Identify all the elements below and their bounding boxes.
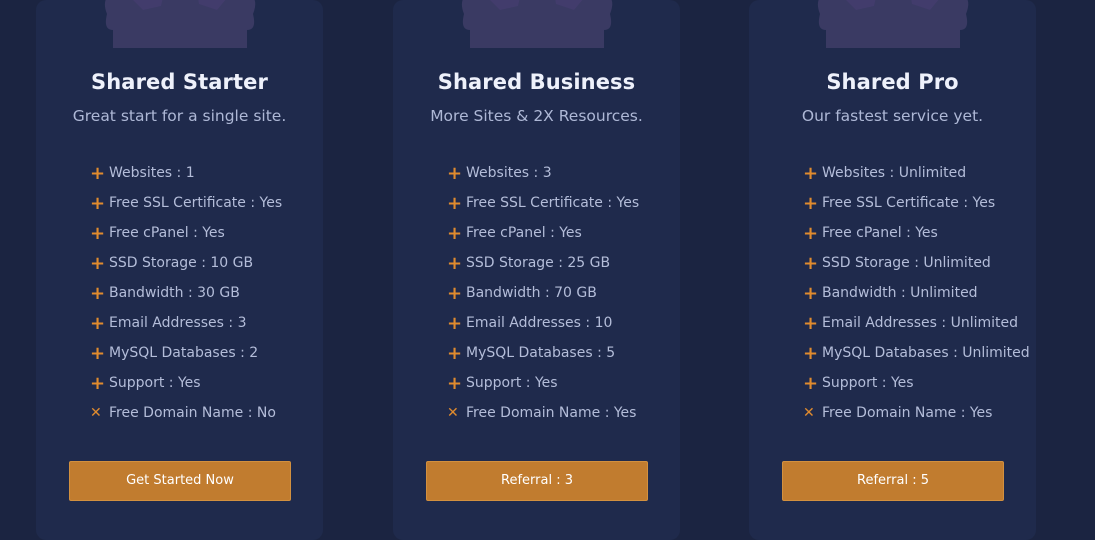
feature-text: Support : Yes (822, 375, 914, 391)
feature-text: Free Domain Name : Yes (822, 405, 993, 421)
feature-text: MySQL Databases : 5 (466, 345, 616, 361)
plan-title: Shared Starter (91, 70, 268, 94)
get-started-button[interactable]: Get Started Now (69, 461, 291, 501)
feature-item: + Free SSL Certificate : Yes (447, 193, 639, 223)
feature-item: + Email Addresses : Unlimited (803, 313, 1030, 343)
plus-icon: + (803, 343, 819, 364)
feature-item: + Bandwidth : 70 GB (447, 283, 639, 313)
feature-list: + Websites : 1 + Free SSL Certificate : Ye… (90, 163, 282, 433)
feature-item: + Bandwidth : Unlimited (803, 283, 1030, 313)
feature-item: ✕ Free Domain Name : Yes (803, 403, 1030, 433)
cross-icon: ✕ (447, 405, 459, 421)
feature-text: SSD Storage : Unlimited (822, 255, 991, 271)
plus-icon: + (803, 253, 819, 274)
cross-icon: ✕ (803, 405, 815, 421)
feature-text: Free cPanel : Yes (822, 225, 938, 241)
feature-item: + Free cPanel : Yes (803, 223, 1030, 253)
feature-text: Free cPanel : Yes (466, 225, 582, 241)
plus-icon: + (447, 253, 463, 274)
plan-card-shared-business: Shared Business More Sites & 2X Resource… (393, 0, 680, 540)
plus-icon: + (90, 283, 106, 304)
plus-icon: + (90, 253, 106, 274)
plan-illustration (461, 0, 612, 48)
feature-item: + Free SSL Certificate : Yes (803, 193, 1030, 223)
feature-text: MySQL Databases : Unlimited (822, 345, 1030, 361)
plus-icon: + (803, 373, 819, 394)
cross-icon: ✕ (90, 405, 102, 421)
feature-text: Free SSL Certificate : Yes (466, 195, 640, 211)
feature-item: + Websites : 1 (90, 163, 282, 193)
feature-item: + SSD Storage : 10 GB (90, 253, 282, 283)
feature-text: Websites : 3 (466, 165, 552, 181)
feature-text: Free cPanel : Yes (109, 225, 225, 241)
plus-icon: + (447, 223, 463, 244)
plus-icon: + (803, 313, 819, 334)
feature-text: Email Addresses : 10 (466, 315, 613, 331)
plus-icon: + (447, 313, 463, 334)
referral-button[interactable]: Referral : 3 (426, 461, 648, 501)
plan-card-shared-pro: Shared Pro Our fastest service yet. + Web… (749, 0, 1036, 540)
referral-button[interactable]: Referral : 5 (782, 461, 1004, 501)
feature-text: Email Addresses : Unlimited (822, 315, 1018, 331)
feature-item: + Websites : 3 (447, 163, 639, 193)
feature-text: Support : Yes (466, 375, 558, 391)
feature-text: Email Addresses : 3 (109, 315, 247, 331)
feature-text: MySQL Databases : 2 (109, 345, 259, 361)
plus-icon: + (90, 313, 106, 334)
plus-icon: + (90, 343, 106, 364)
plus-icon: + (90, 163, 106, 184)
feature-item: + Email Addresses : 10 (447, 313, 639, 343)
plus-icon: + (447, 193, 463, 214)
feature-item: + MySQL Databases : Unlimited (803, 343, 1030, 373)
feature-text: Bandwidth : 30 GB (109, 285, 240, 301)
feature-item: + Support : Yes (90, 373, 282, 403)
plus-icon: + (447, 283, 463, 304)
feature-item: + Bandwidth : 30 GB (90, 283, 282, 313)
plan-illustration (104, 0, 255, 48)
feature-item: + Free cPanel : Yes (447, 223, 639, 253)
feature-item: ✕ Free Domain Name : Yes (447, 403, 639, 433)
plan-title: Shared Pro (826, 70, 959, 94)
feature-item: + Websites : Unlimited (803, 163, 1030, 193)
plus-icon: + (447, 373, 463, 394)
feature-text: SSD Storage : 25 GB (466, 255, 611, 271)
feature-item: + MySQL Databases : 5 (447, 343, 639, 373)
plus-icon: + (803, 223, 819, 244)
plus-icon: + (90, 223, 106, 244)
feature-item: + Free SSL Certificate : Yes (90, 193, 282, 223)
feature-text: Bandwidth : Unlimited (822, 285, 978, 301)
feature-text: Websites : Unlimited (822, 165, 967, 181)
plan-subtitle: Great start for a single site. (72, 107, 287, 125)
feature-text: Free Domain Name : Yes (466, 405, 637, 421)
plus-icon: + (803, 163, 819, 184)
feature-item: + Free cPanel : Yes (90, 223, 282, 253)
plus-icon: + (90, 373, 106, 394)
feature-list: + Websites : Unlimited + Free SSL Certific… (803, 163, 1030, 433)
plan-illustration (817, 0, 968, 48)
feature-item: + SSD Storage : Unlimited (803, 253, 1030, 283)
plan-title: Shared Business (437, 70, 636, 94)
plan-subtitle: Our fastest service yet. (801, 107, 984, 125)
plan-card-shared-starter: Shared Starter Great start for a single … (36, 0, 323, 540)
feature-text: Free SSL Certificate : Yes (109, 195, 283, 211)
feature-text: Free Domain Name : No (109, 405, 276, 421)
feature-text: SSD Storage : 10 GB (109, 255, 254, 271)
plan-subtitle: More Sites & 2X Resources. (430, 107, 643, 125)
feature-item: + Support : Yes (803, 373, 1030, 403)
feature-item: + SSD Storage : 25 GB (447, 253, 639, 283)
feature-list: + Websites : 3 + Free SSL Certificate : Ye… (447, 163, 639, 433)
plus-icon: + (90, 193, 106, 214)
plus-icon: + (803, 283, 819, 304)
plus-icon: + (803, 193, 819, 214)
feature-item: + MySQL Databases : 2 (90, 343, 282, 373)
feature-text: Websites : 1 (109, 165, 195, 181)
feature-text: Bandwidth : 70 GB (466, 285, 597, 301)
feature-item: + Support : Yes (447, 373, 639, 403)
feature-item: ✕ Free Domain Name : No (90, 403, 282, 433)
feature-item: + Email Addresses : 3 (90, 313, 282, 343)
plus-icon: + (447, 163, 463, 184)
feature-text: Free SSL Certificate : Yes (822, 195, 996, 211)
feature-text: Support : Yes (109, 375, 201, 391)
plus-icon: + (447, 343, 463, 364)
